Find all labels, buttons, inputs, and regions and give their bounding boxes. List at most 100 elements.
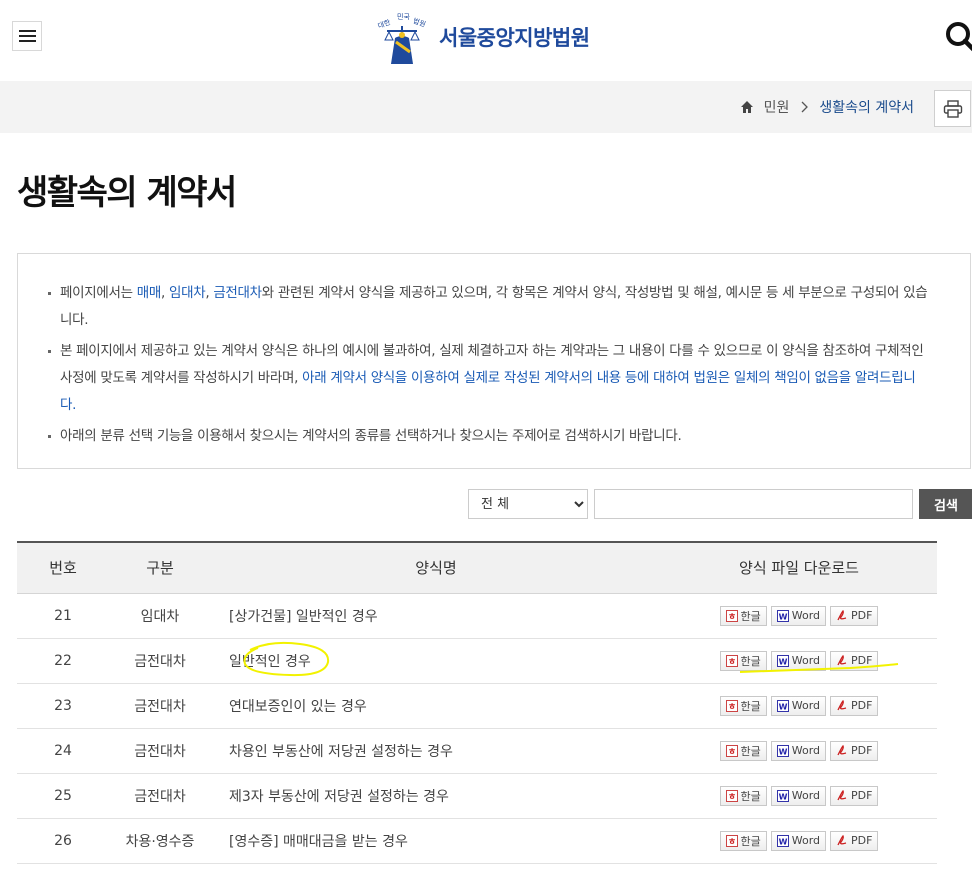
- hamburger-line: [18, 30, 36, 32]
- pdf-file-icon: [837, 699, 847, 710]
- download-pdf-label: PDF: [851, 609, 873, 622]
- download-hwp-label: 한글: [740, 654, 761, 668]
- notice-item: 페이지에서는 매매, 임대차, 금전대차와 관련된 계약서 양식을 제공하고 있…: [48, 280, 930, 334]
- search-input[interactable]: [594, 489, 913, 519]
- svg-text:W: W: [778, 837, 787, 846]
- chevron-right-icon: [801, 101, 809, 113]
- printer-icon: [943, 99, 962, 118]
- svg-text:법원: 법원: [412, 16, 427, 29]
- word-file-icon: W: [776, 699, 789, 712]
- home-icon[interactable]: [740, 100, 754, 114]
- site-header: 대한 민국 법원 서울중앙지방법원: [0, 0, 972, 81]
- download-pdf-label: PDF: [851, 744, 873, 757]
- svg-text:W: W: [778, 792, 787, 801]
- print-button[interactable]: [934, 90, 971, 127]
- link-geumjeondaecha[interactable]: 금전대차: [213, 285, 262, 301]
- download-pdf-button[interactable]: PDF: [830, 740, 879, 761]
- row-category: 금전대차: [109, 683, 211, 729]
- svg-text:W: W: [778, 747, 787, 756]
- menu-button[interactable]: [12, 21, 42, 51]
- link-maemae[interactable]: 매매: [137, 285, 162, 301]
- download-hwp-label: 한글: [740, 744, 761, 758]
- download-hwp-button[interactable]: ㅎ 한글: [719, 650, 767, 671]
- word-file-icon: W: [776, 744, 789, 757]
- download-word-button[interactable]: W Word: [770, 695, 827, 716]
- row-category: 차용·영수증: [109, 818, 211, 864]
- notice-item: 아래의 분류 선택 기능을 이용해서 찾으시는 계약서의 종류를 선택하거나 찾…: [48, 423, 930, 450]
- category-select[interactable]: 전 체: [468, 489, 588, 519]
- row-number: 21: [17, 593, 109, 639]
- notice-item: 본 페이지에서 제공하고 있는 계약서 양식은 하나의 예시에 불과하여, 실제…: [48, 338, 930, 419]
- word-file-icon: W: [776, 834, 789, 847]
- row-form-name[interactable]: 일반적인 경우: [211, 638, 661, 684]
- svg-text:대한: 대한: [377, 18, 392, 30]
- table-row: 21 임대차 [상가건물] 일반적인 경우 ㅎ 한글 W Word PDF: [17, 593, 937, 639]
- table-row: 24 금전대차 차용인 부동산에 저당권 설정하는 경우 ㅎ 한글 W Word PDF: [17, 728, 937, 774]
- download-word-label: Word: [791, 609, 821, 622]
- court-name: 서울중앙지방법원: [439, 26, 590, 50]
- svg-text:ㅎ: ㅎ: [727, 837, 735, 847]
- row-number: 25: [17, 773, 109, 819]
- row-form-name[interactable]: [영수증] 매매대금을 받는 경우: [211, 818, 661, 864]
- svg-text:W: W: [778, 612, 787, 621]
- download-hwp-button[interactable]: ㅎ 한글: [719, 785, 767, 806]
- download-word-button[interactable]: W Word: [770, 830, 827, 851]
- row-downloads: ㅎ 한글 W Word PDF: [661, 683, 937, 729]
- download-word-button[interactable]: W Word: [770, 785, 827, 806]
- row-category: 임대차: [109, 593, 211, 639]
- row-form-name[interactable]: 차용인 부동산에 저당권 설정하는 경우: [211, 728, 661, 774]
- svg-text:ㅎ: ㅎ: [727, 612, 735, 622]
- row-number: 23: [17, 683, 109, 729]
- search-button[interactable]: 검색: [919, 489, 972, 519]
- row-form-name[interactable]: [상가건물] 일반적인 경우: [211, 593, 661, 639]
- page-title: 생활속의 계약서: [17, 173, 237, 213]
- breadcrumb: 민원 생활속의 계약서: [740, 81, 914, 133]
- row-downloads: ㅎ 한글 W Word PDF: [661, 638, 937, 684]
- row-form-name[interactable]: 연대보증인이 있는 경우: [211, 683, 661, 729]
- download-hwp-button[interactable]: ㅎ 한글: [719, 695, 767, 716]
- hamburger-line: [18, 40, 36, 42]
- download-pdf-button[interactable]: PDF: [830, 650, 879, 671]
- header-number: 번호: [17, 542, 109, 594]
- download-word-label: Word: [791, 789, 821, 802]
- hwp-file-icon: ㅎ: [725, 609, 738, 622]
- download-word-button[interactable]: W Word: [770, 650, 827, 671]
- hwp-file-icon: ㅎ: [725, 654, 738, 667]
- word-file-icon: W: [776, 609, 789, 622]
- table-header-row: 번호 구분 양식명 양식 파일 다운로드: [17, 542, 937, 594]
- notice-text: ,: [160, 285, 169, 301]
- table-row: 26 차용·영수증 [영수증] 매매대금을 받는 경우 ㅎ 한글 W Word PDF: [17, 818, 937, 864]
- download-hwp-button[interactable]: ㅎ 한글: [719, 740, 767, 761]
- contracts-table: 번호 구분 양식명 양식 파일 다운로드 21 임대차 [상가건물] 일반적인 경우…: [17, 541, 937, 864]
- court-logo[interactable]: 대한 민국 법원 서울중앙지방법원: [371, 8, 590, 66]
- svg-text:W: W: [778, 657, 787, 666]
- download-pdf-button[interactable]: PDF: [830, 785, 879, 806]
- hwp-file-icon: ㅎ: [725, 834, 738, 847]
- row-form-name[interactable]: 제3자 부동산에 저당권 설정하는 경우: [211, 773, 661, 819]
- download-hwp-label: 한글: [740, 609, 761, 623]
- svg-text:ㅎ: ㅎ: [727, 702, 735, 712]
- word-file-icon: W: [776, 654, 789, 667]
- download-pdf-button[interactable]: PDF: [830, 830, 879, 851]
- row-category: 금전대차: [109, 728, 211, 774]
- table-row: 25 금전대차 제3자 부동산에 저당권 설정하는 경우 ㅎ 한글 W Word PDF: [17, 773, 937, 819]
- download-word-button[interactable]: W Word: [770, 605, 827, 626]
- search-icon[interactable]: [944, 20, 972, 52]
- download-pdf-button[interactable]: PDF: [830, 695, 879, 716]
- search-form: 전 체 검색: [468, 489, 972, 519]
- breadcrumb-item-current[interactable]: 생활속의 계약서: [819, 97, 914, 117]
- link-imdaecha[interactable]: 임대차: [169, 285, 206, 301]
- hwp-file-icon: ㅎ: [725, 744, 738, 757]
- svg-text:ㅎ: ㅎ: [727, 792, 735, 802]
- download-hwp-button[interactable]: ㅎ 한글: [719, 605, 767, 626]
- breadcrumb-bar: 민원 생활속의 계약서: [0, 81, 972, 133]
- breadcrumb-item-minwon[interactable]: 민원: [764, 97, 790, 117]
- download-word-button[interactable]: W Word: [770, 740, 827, 761]
- svg-text:민국: 민국: [397, 12, 410, 21]
- pdf-file-icon: [837, 744, 847, 755]
- notice-box: 페이지에서는 매매, 임대차, 금전대차와 관련된 계약서 양식을 제공하고 있…: [17, 253, 971, 469]
- download-hwp-button[interactable]: ㅎ 한글: [719, 830, 767, 851]
- row-downloads: ㅎ 한글 W Word PDF: [661, 818, 937, 864]
- hwp-file-icon: ㅎ: [725, 699, 738, 712]
- download-pdf-button[interactable]: PDF: [830, 605, 879, 626]
